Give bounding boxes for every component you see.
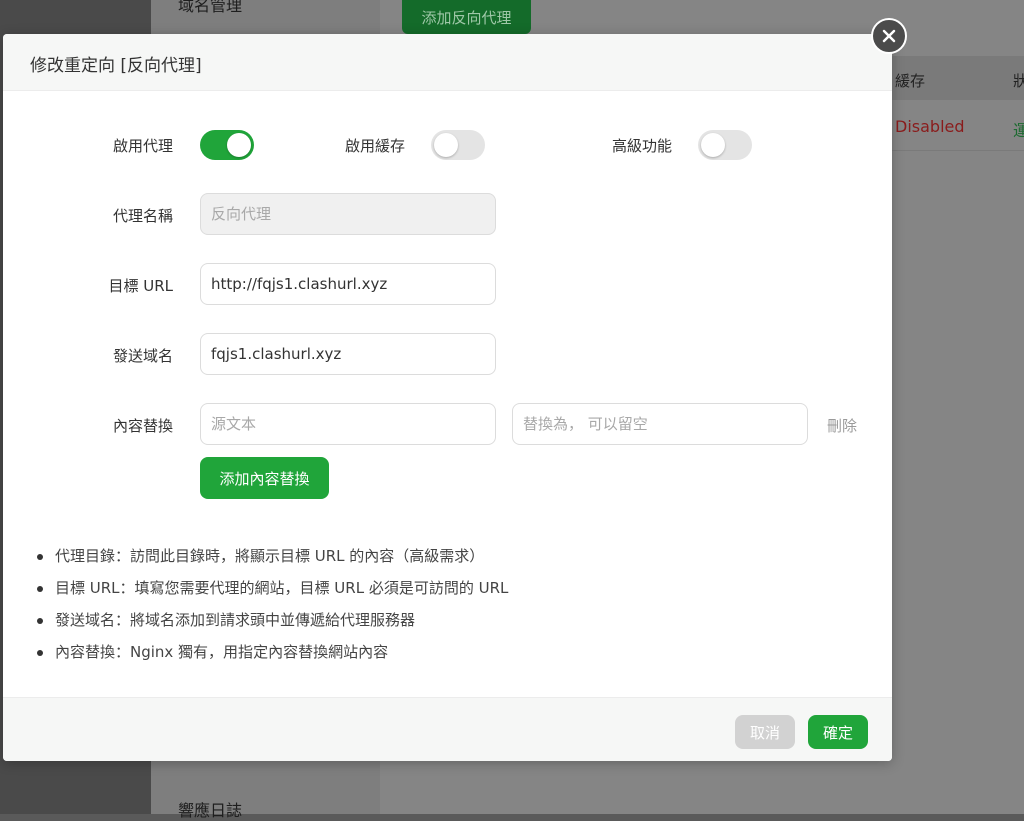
target-url-label: 目標 URL	[108, 277, 173, 295]
send-domain-label: 發送域名	[112, 347, 173, 365]
help-notes-list: 代理目錄：訪問此目錄時，將顯示目標 URL 的內容（高級需求） 目標 URL：填…	[37, 544, 508, 672]
help-note: 代理目錄：訪問此目錄時，將顯示目標 URL 的內容（高級需求）	[37, 544, 508, 576]
enable-proxy-toggle[interactable]	[200, 130, 254, 160]
table-cell-cache-status: Disabled	[895, 117, 965, 136]
table-header-status: 狀	[1013, 72, 1024, 90]
content-replace-label: 內容替換	[112, 417, 173, 435]
proxy-name-label: 代理名稱	[112, 207, 173, 225]
close-modal-button[interactable]	[871, 18, 907, 54]
sidebar-item-response-log[interactable]: 響應日誌	[178, 797, 242, 821]
enable-cache-label: 啟用緩存	[344, 137, 405, 155]
help-note: 內容替換：Nginx 獨有，用指定內容替換網站內容	[37, 640, 508, 672]
sidebar-item-domain-management[interactable]: 域名管理	[178, 0, 242, 16]
toggle-knob	[701, 133, 725, 157]
modal-footer: 取消 確定	[3, 697, 892, 761]
proxy-name-input[interactable]	[200, 193, 496, 235]
table-header-cache: 緩存	[895, 72, 926, 90]
cancel-button[interactable]: 取消	[735, 715, 795, 749]
enable-proxy-label: 啟用代理	[112, 137, 173, 155]
table-cell-run-status: 運	[1013, 121, 1024, 140]
source-text-input[interactable]	[200, 403, 496, 445]
replace-with-input[interactable]	[512, 403, 808, 445]
toggle-knob	[227, 133, 251, 157]
target-url-input[interactable]	[200, 263, 496, 305]
add-content-replace-button[interactable]: 添加內容替換	[200, 457, 329, 499]
advanced-features-label: 高級功能	[611, 137, 672, 155]
close-icon	[882, 29, 896, 43]
edit-redirect-modal: 修改重定向 [反向代理] 啟用代理 啟用緩存 高級功能 代理名稱 目標 URL …	[3, 34, 892, 761]
toggle-knob	[434, 133, 458, 157]
send-domain-input[interactable]	[200, 333, 496, 375]
modal-header: 修改重定向 [反向代理]	[3, 34, 892, 91]
modal-title: 修改重定向 [反向代理]	[30, 56, 202, 76]
help-note: 發送域名：將域名添加到請求頭中並傳遞給代理服務器	[37, 608, 508, 640]
advanced-features-toggle[interactable]	[698, 130, 752, 160]
delete-replace-link[interactable]: 刪除	[827, 415, 857, 436]
add-reverse-proxy-button[interactable]: 添加反向代理	[402, 0, 531, 34]
enable-cache-toggle[interactable]	[431, 130, 485, 160]
confirm-button[interactable]: 確定	[808, 715, 868, 749]
help-note: 目標 URL：填寫您需要代理的網站，目標 URL 必須是可訪問的 URL	[37, 576, 508, 608]
